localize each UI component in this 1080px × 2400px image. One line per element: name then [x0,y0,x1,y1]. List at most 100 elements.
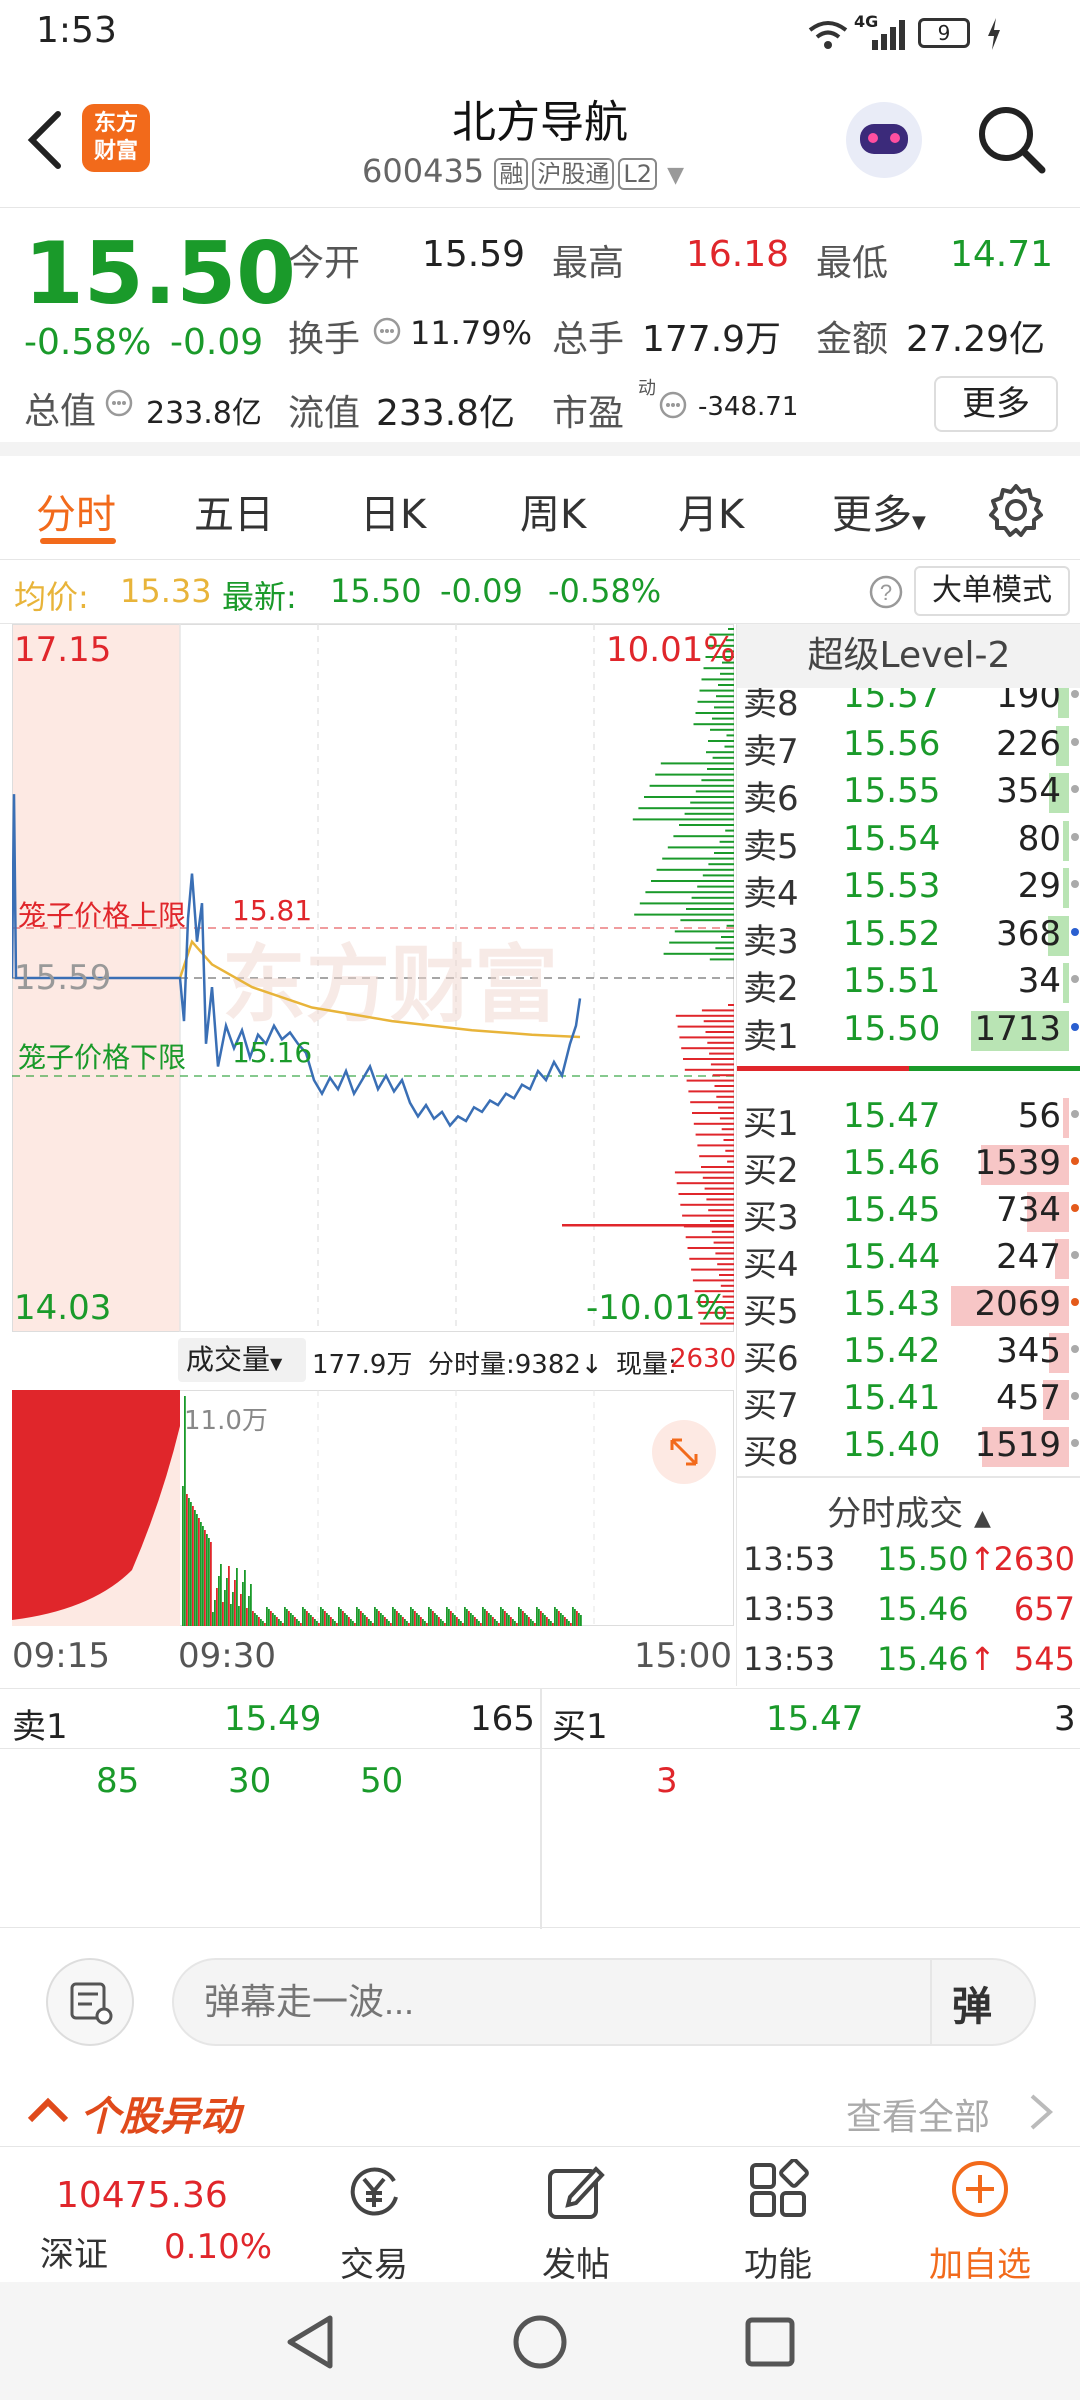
level2-title[interactable]: 超级Level-2 [737,624,1080,688]
collapse-chevron-icon[interactable] [26,2094,70,2126]
stock-name: 北方导航 [452,97,628,148]
danmu-send-button[interactable]: 弹 [952,1974,992,2032]
lower-limit-value: 15.16 [232,1036,313,1069]
level-label: 卖3 [743,921,799,962]
settings-gear-icon[interactable] [988,482,1044,538]
ask-row[interactable]: 卖7 15.56 226 [737,720,1080,772]
info-icon[interactable] [372,316,402,346]
nav-trade[interactable]: 交易 [284,2147,464,2285]
bid-row[interactable]: 买1 15.47 56 [737,1092,1080,1144]
level-volume: 247 [996,1237,1061,1277]
level-label: 买4 [743,1245,799,1285]
index-ticker[interactable]: 10475.36 深证 0.10% [0,2147,300,2283]
anomaly-title: 个股异动 [80,2094,240,2140]
status-dot [1071,975,1079,983]
ask-row[interactable]: 卖8 15.57 190 [737,688,1080,724]
volume-bar [396,1611,398,1626]
danmu-input[interactable] [204,1972,824,2032]
depth-bar-bid [695,1133,734,1136]
search-icon[interactable] [976,104,1048,176]
total-mv: 233.8亿 [146,396,262,431]
tab-monthly-k[interactable]: 月K [678,482,744,540]
danmu-settings-button[interactable] [46,1958,134,2046]
avg-label: 均价: [14,578,89,616]
intraday-chart[interactable]: 东方财富 17.15 10.01% 15.59 笼子价格上限 15.81 笼子价… [10,623,736,1333]
volume-header: 成交量▼ 177.9万 分时量:9382↓ 现量: 2630 [12,1332,736,1388]
volume-bar [456,1617,458,1626]
more-button[interactable]: 更多 [934,376,1058,432]
volume-bar [520,1609,522,1626]
view-all-link[interactable]: 查看全部 [846,2088,990,2140]
volume-bar [232,1592,234,1626]
info-icon[interactable] [104,388,134,418]
bid-row[interactable]: 买2 15.46 1539 [737,1139,1080,1191]
ask-row[interactable]: 卖5 15.54 80 [737,815,1080,867]
status-dot [1071,737,1079,746]
buy1-price: 15.47 [766,1699,864,1739]
level-volume: 29 [1017,866,1061,906]
tab-daily-k[interactable]: 日K [360,482,426,540]
back-arrow-icon[interactable] [22,108,66,172]
volume-bar [526,1615,528,1626]
ask-row[interactable]: 卖3 15.52 368 [737,910,1080,962]
depth-bar-ask [693,723,734,726]
depth-bar-bid [562,1224,734,1227]
tab-intraday[interactable]: 分时 [36,482,116,540]
ask-row[interactable]: 卖6 15.55 354 [737,767,1080,819]
bid-row[interactable]: 买4 15.44 247 [737,1233,1080,1285]
volume-bar [438,1617,440,1626]
app-logo[interactable]: 东方 财富 [82,104,150,172]
volume-bar [212,1612,214,1626]
expand-button[interactable] [652,1420,716,1484]
volume-bar [236,1568,238,1626]
volume-bar [202,1526,204,1626]
ask-row[interactable]: 卖4 15.53 29 [737,862,1080,914]
system-recents-icon[interactable] [742,2312,798,2372]
nav-functions-label: 功能 [744,2245,812,2285]
level-price: 15.46 [843,1143,941,1183]
volume-selector[interactable]: 成交量▼ [178,1338,306,1382]
volume-chart[interactable]: 11.0万 [11,1389,735,1627]
big-order-mode-button[interactable]: 大单模式 [914,566,1070,616]
ask-row[interactable]: 卖1 15.50 1713 [737,1005,1080,1057]
code-dropdown-icon[interactable]: ▼ [667,163,684,188]
nav-add-watchlist[interactable]: 加自选 [890,2147,1070,2285]
nav-functions[interactable]: 功能 [688,2147,868,2285]
system-home-icon[interactable] [510,2312,570,2372]
current-price: 15.50 [24,224,297,324]
level-volume: 56 [1017,1096,1061,1136]
depth-bar-bid [689,1257,734,1260]
depth-bar-bid [693,1122,734,1125]
volume-bar [362,1613,364,1626]
index-pct: 0.10% [164,2227,273,2267]
sell1-label: 卖1 [12,1707,68,1747]
system-back-icon[interactable] [282,2312,338,2372]
tab-weekly-k[interactable]: 周K [520,482,586,540]
depth-bar-ask [662,857,734,860]
volume-bar [510,1617,512,1626]
robot-avatar[interactable] [846,102,922,178]
depth-bar-ask [656,868,734,871]
bid-row[interactable]: 买3 15.45 734 [737,1186,1080,1238]
ticks-title-label: 分时成交 [827,1494,964,1534]
ask-row[interactable]: 卖2 15.51 34 [737,957,1080,1009]
nav-post[interactable]: 发帖 [486,2147,666,2285]
info-icon[interactable] [658,390,688,420]
bid-row[interactable]: 买7 15.41 457 [737,1374,1080,1426]
ticks-title[interactable]: 分时成交 ▲ [737,1486,1080,1535]
volume-bar [204,1530,206,1626]
open-value: 15.59 [422,234,526,275]
level-price: 15.50 [843,1008,941,1049]
tab-five-day[interactable]: 五日 [194,482,274,540]
low-label: 最低 [816,243,889,284]
volume-bar [380,1613,382,1626]
depth-bar-ask [697,885,734,888]
help-icon[interactable]: ? [868,574,904,610]
bid-row[interactable]: 买8 15.40 1519 [737,1421,1080,1472]
bid-row[interactable]: 买5 15.43 2069 [737,1280,1080,1332]
tab-more[interactable]: 更多▼ [832,482,926,540]
volume-bar [252,1611,254,1626]
bid-row[interactable]: 买6 15.42 345 [737,1327,1080,1379]
depth-bar-ask [718,684,734,686]
depth-bar-ask [649,784,734,787]
